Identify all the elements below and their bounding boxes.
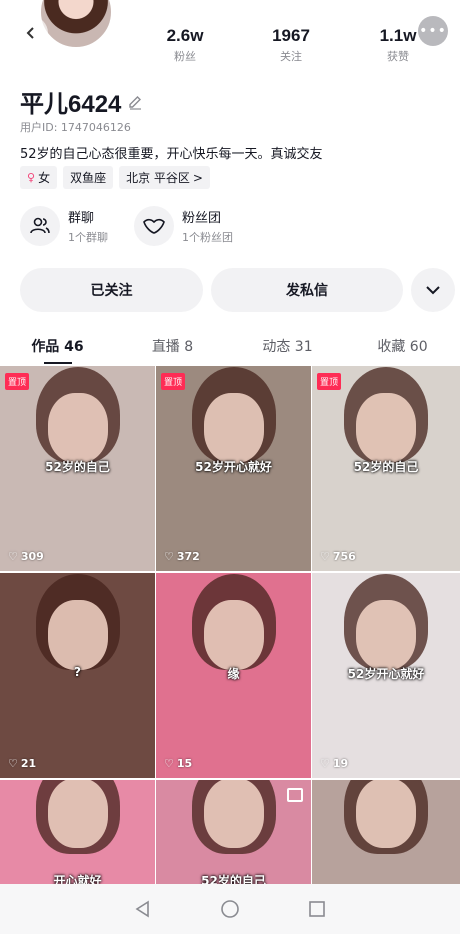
thumbnail-face [47,599,108,670]
fan-club-icon [134,206,174,246]
chevron-right-icon: > [192,170,203,185]
like-count: ♡ 372 [164,550,200,563]
group-chat-icon [20,206,60,246]
video-thumbnail[interactable]: 置顶 52岁开心就好 ♡ 372 [156,366,311,571]
heart-icon: ♡ [8,550,18,563]
thumbnail-face [356,780,416,848]
tab-works[interactable]: 作品 46 [0,328,115,364]
like-number: 19 [332,757,349,770]
pinned-badge: 置顶 [5,373,30,390]
ellipsis-icon: ••• [419,23,447,39]
like-count: ♡ 309 [8,550,44,563]
bio: 52岁的自己心态很重要，开心快乐每一天。真诚交友 [20,147,323,162]
tab-favorites[interactable]: 收藏 60 [345,328,460,364]
fan-club-sub: 1个粉丝团 [182,231,233,244]
back-button[interactable] [14,16,48,50]
system-nav-bar [0,884,460,934]
location-tag[interactable]: 北京 平谷区 > [119,166,210,189]
chevron-down-icon [426,286,440,295]
video-thumbnail[interactable]: 置顶 52岁的自己 ♡ 309 [0,366,155,571]
avatar[interactable] [38,0,114,50]
edit-icon[interactable] [127,94,143,110]
send-message-button[interactable]: 发私信 [211,268,403,312]
like-number: 21 [20,757,37,770]
video-thumbnail[interactable]: 52岁的自己 [156,780,311,890]
followers-label: 粉丝 [174,50,196,63]
female-icon: ♀ [27,171,36,184]
video-thumbnail[interactable]: 52岁开心就好 ♡ 19 [312,573,460,778]
following-label: 关注 [280,50,302,63]
heart-icon: ♡ [320,550,330,563]
followers-stat[interactable]: 2.6w 粉丝 [145,26,225,64]
expand-button[interactable] [411,268,455,312]
video-thumbnail[interactable]: ? ♡ 21 [0,573,155,778]
image-post-icon [287,788,303,802]
home-circle-icon[interactable] [220,899,240,919]
video-thumbnail[interactable]: 置顶 52岁的自己 ♡ 756 [312,366,460,571]
more-options-button[interactable]: ••• [418,16,448,46]
video-caption: 52岁的自己 [45,460,110,474]
like-count: ♡ 756 [320,550,356,563]
thumbnail-face [203,599,264,670]
user-id: 用户ID: 1747046126 [20,121,131,134]
video-caption: 52岁的自己 [353,460,419,474]
heart-icon: ♡ [164,757,174,770]
like-number: 372 [176,550,200,563]
video-thumbnail[interactable]: 开心就好 [0,780,155,890]
heart-icon: ♡ [8,757,18,770]
pinned-badge: 置顶 [317,373,342,390]
gender-label: 女 [38,171,51,185]
following-stat[interactable]: 1967 关注 [251,26,331,64]
thumbnail-face [356,599,416,670]
video-thumbnail[interactable] [312,780,460,890]
recents-square-icon[interactable] [308,900,326,918]
video-grid: 置顶 52岁的自己 ♡ 309 置顶 52岁开心就好 ♡ 372 置顶 52岁的自己 ♡ 756? ♡ 2… [0,366,460,890]
thumbnail-face [47,392,108,463]
followed-button[interactable]: 已关注 [20,268,203,312]
like-number: 309 [20,550,44,563]
followers-count: 2.6w [166,26,204,45]
thumbnail-face [356,392,416,463]
like-count: ♡ 21 [8,757,36,770]
thumbnail-face [47,780,108,848]
heart-icon: ♡ [164,550,174,563]
group-chat-title: 群聊 [68,211,95,226]
action-buttons: 已关注 发私信 [20,268,455,312]
fan-club-entry[interactable]: 粉丝团 1个粉丝团 [134,206,233,246]
video-caption: 52岁开心就好 [195,460,272,474]
video-caption: 缘 [227,667,240,681]
like-count: ♡ 19 [320,757,348,770]
profile-tags: ♀ 女 双鱼座 北京 平谷区 > [20,166,210,189]
profile-name: 平儿6424 [20,91,122,118]
name-row: 平儿6424 [20,84,143,119]
group-chat-sub: 1个群聊 [68,231,108,244]
back-triangle-icon[interactable] [134,900,152,918]
thumbnail-face [203,392,264,463]
tab-moments[interactable]: 动态 31 [230,328,345,364]
like-number: 756 [332,550,356,563]
pinned-badge: 置顶 [161,373,186,390]
video-caption: ? [74,665,81,679]
video-thumbnail[interactable]: 缘 ♡ 15 [156,573,311,778]
zodiac-label: 双鱼座 [70,171,107,185]
heart-icon: ♡ [320,757,330,770]
video-caption: 52岁开心就好 [347,667,425,681]
profile-header: 2.6w 粉丝 1967 关注 1.1w 获赞 ••• [0,0,460,80]
zodiac-tag: 双鱼座 [63,166,114,189]
groups-row: 群聊 1个群聊 粉丝团 1个粉丝团 [20,206,233,246]
fan-club-title: 粉丝团 [182,211,222,226]
back-arrow-icon [26,27,34,39]
group-chat-entry[interactable]: 群聊 1个群聊 [20,206,108,246]
content-tabs: 作品 46 直播 8 动态 31 收藏 60 [0,328,460,364]
following-count: 1967 [272,26,310,45]
thumbnail-face [203,780,264,848]
like-count: ♡ 15 [164,757,192,770]
likes-label: 获赞 [387,50,409,63]
tab-live[interactable]: 直播 8 [115,328,230,364]
like-number: 15 [176,757,193,770]
gender-tag: ♀ 女 [20,166,58,189]
location-label: 北京 平谷区 [126,171,190,185]
